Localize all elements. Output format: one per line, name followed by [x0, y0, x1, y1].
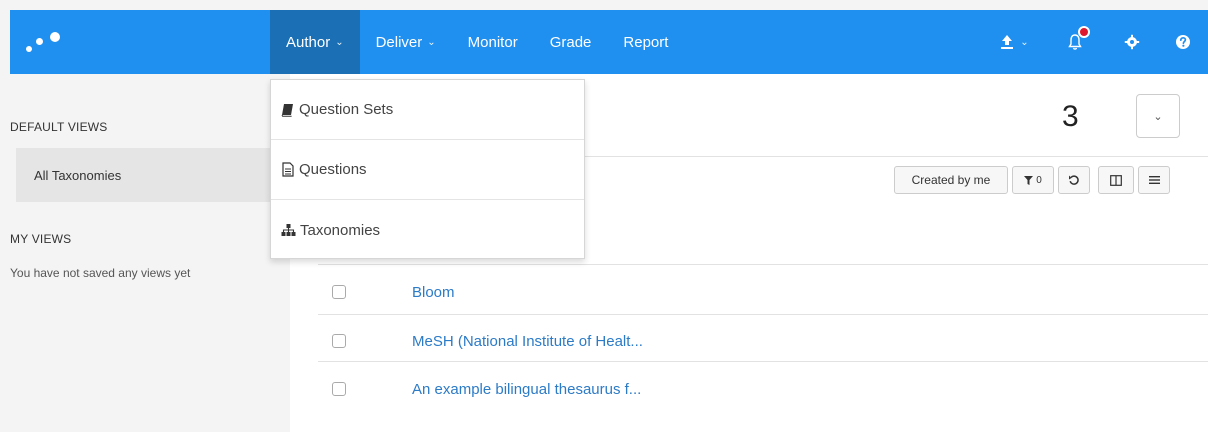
taxonomy-link[interactable]: Bloom	[412, 284, 455, 301]
result-count: 3	[1062, 100, 1079, 133]
count-dropdown-button[interactable]: ⌄	[1136, 94, 1180, 138]
menu-item-taxonomies[interactable]: Taxonomies	[271, 200, 584, 260]
undo-icon	[1069, 175, 1079, 185]
nav-grade-label: Grade	[549, 33, 592, 51]
created-by-me-label: Created by me	[911, 173, 991, 187]
default-views-heading: DEFAULT VIEWS	[10, 120, 108, 134]
gear-icon	[1124, 34, 1140, 50]
empty-views-message: You have not saved any views yet	[10, 266, 191, 280]
table-header-divider	[318, 264, 1208, 265]
main-nav: Author ⌄ Deliver ⌄ Monitor Grade Report	[270, 10, 684, 74]
notification-dot	[1078, 26, 1090, 38]
chevron-down-icon: ⌄	[1153, 110, 1163, 123]
top-navigation-bar: Author ⌄ Deliver ⌄ Monitor Grade Report …	[10, 10, 1208, 74]
sidebar-item-all-taxonomies[interactable]: All Taxonomies	[16, 148, 278, 202]
list-view-button[interactable]	[1138, 166, 1170, 194]
row-checkbox[interactable]	[332, 382, 346, 396]
table-row: An example bilingual thesaurus f...	[318, 365, 1208, 413]
book-icon	[281, 103, 293, 117]
help-button[interactable]	[1158, 10, 1208, 74]
table-row: MeSH (National Institute of Healt...	[318, 317, 1208, 365]
list-toolbar: Created by me 0	[894, 166, 1170, 196]
my-views-heading: MY VIEWS	[10, 232, 72, 246]
filter-count: 0	[1036, 174, 1042, 186]
nav-report-label: Report	[623, 33, 669, 51]
table-row: Bloom	[318, 268, 1208, 316]
nav-author-label: Author	[286, 33, 331, 51]
nav-monitor[interactable]: Monitor	[452, 10, 534, 74]
reset-button[interactable]	[1058, 166, 1090, 194]
chevron-down-icon: ⌄	[335, 36, 344, 48]
sidebar: DEFAULT VIEWS All Taxonomies MY VIEWS Yo…	[10, 74, 278, 432]
menu-item-label: Question Sets	[299, 101, 394, 118]
upload-icon	[1001, 35, 1014, 49]
filter-icon	[1024, 175, 1034, 185]
filter-button[interactable]: 0	[1012, 166, 1054, 194]
nav-deliver-label: Deliver	[375, 33, 423, 51]
menu-item-label: Questions	[299, 161, 367, 178]
chevron-down-icon: ⌄	[1020, 36, 1029, 48]
list-icon	[1148, 176, 1160, 184]
chevron-down-icon: ⌄	[427, 36, 436, 48]
top-right-actions: ⌄	[984, 10, 1208, 74]
taxonomy-link[interactable]: MeSH (National Institute of Healt...	[412, 333, 643, 350]
nav-grade[interactable]: Grade	[534, 10, 608, 74]
hierarchy-icon	[281, 224, 296, 236]
document-icon	[282, 162, 294, 177]
row-divider	[318, 314, 1208, 315]
notifications-button[interactable]	[1044, 10, 1106, 74]
settings-button[interactable]	[1106, 10, 1158, 74]
columns-button[interactable]	[1098, 166, 1134, 194]
nav-report[interactable]: Report	[607, 10, 684, 74]
taxonomy-link[interactable]: An example bilingual thesaurus f...	[412, 381, 641, 398]
menu-item-question-sets[interactable]: Question Sets	[271, 80, 584, 140]
row-checkbox[interactable]	[332, 334, 346, 348]
menu-item-label: Taxonomies	[300, 221, 381, 239]
row-divider	[318, 361, 1208, 362]
row-checkbox[interactable]	[332, 285, 346, 299]
menu-item-questions[interactable]: Questions	[271, 140, 584, 200]
upload-button[interactable]: ⌄	[984, 10, 1044, 74]
nav-monitor-label: Monitor	[467, 33, 518, 51]
help-icon	[1176, 35, 1190, 49]
app-logo[interactable]	[20, 28, 68, 58]
nav-author[interactable]: Author ⌄	[270, 10, 360, 74]
author-dropdown-menu: Question Sets Questions Taxonomies	[270, 79, 585, 259]
created-by-me-button[interactable]: Created by me	[894, 166, 1008, 194]
columns-icon	[1110, 174, 1122, 186]
nav-deliver[interactable]: Deliver ⌄	[360, 10, 452, 74]
